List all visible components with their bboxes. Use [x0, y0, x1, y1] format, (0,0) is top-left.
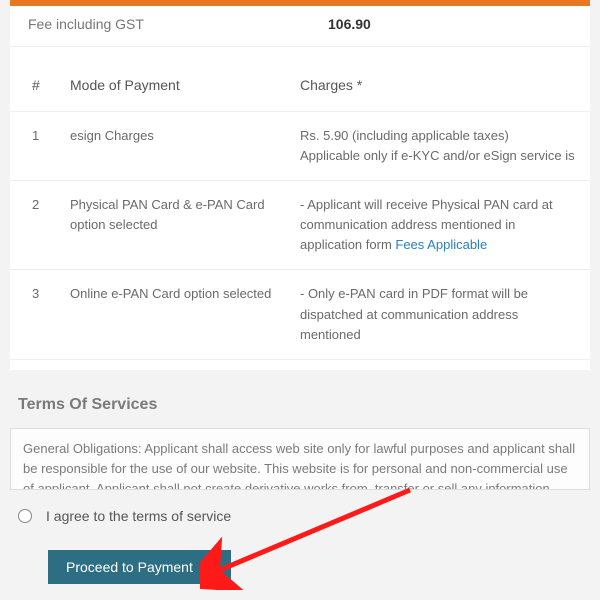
fees-applicable-link[interactable]: Fees Applicable — [395, 237, 487, 252]
proceed-to-payment-button[interactable]: Proceed to Payment ➔ — [48, 550, 231, 584]
table-header-row: # Mode of Payment Charges * — [10, 61, 590, 111]
table-row: 2 Physical PAN Card & e-PAN Card option … — [10, 180, 590, 269]
agree-radio[interactable] — [18, 509, 32, 523]
row-charges: - Only e-PAN card in PDF format will be … — [288, 270, 590, 359]
row1-line1: Rs. 5.90 (including applicable taxes) — [300, 128, 509, 143]
col-header-num: # — [10, 61, 58, 111]
row-num: 3 — [10, 270, 58, 359]
agree-label: I agree to the terms of service — [46, 508, 231, 524]
col-header-charges: Charges * — [288, 61, 590, 111]
terms-section: Terms Of Services General Obligations: A… — [10, 396, 590, 584]
col-header-mode: Mode of Payment — [58, 61, 288, 111]
proceed-label: Proceed to Payment — [66, 559, 193, 575]
terms-body[interactable]: General Obligations: Applicant shall acc… — [10, 428, 590, 490]
fee-value: 106.90 — [328, 16, 371, 32]
table-row: 3 Online e-PAN Card option selected - On… — [10, 270, 590, 359]
row-mode: esign Charges — [58, 111, 288, 180]
arrow-right-icon: ➔ — [203, 560, 213, 574]
row-charges: Rs. 5.90 (including applicable taxes) Ap… — [288, 111, 590, 180]
charges-table: # Mode of Payment Charges * 1 esign Char… — [10, 61, 590, 360]
accent-bar — [10, 0, 590, 6]
fee-including-gst-row: Fee including GST 106.90 — [10, 10, 590, 47]
row-num: 2 — [10, 180, 58, 269]
row-mode: Physical PAN Card & e-PAN Card option se… — [58, 180, 288, 269]
row-num: 1 — [10, 111, 58, 180]
fees-panel: Fee including GST 106.90 # Mode of Payme… — [10, 0, 590, 370]
row-mode: Online e-PAN Card option selected — [58, 270, 288, 359]
table-row: 1 esign Charges Rs. 5.90 (including appl… — [10, 111, 590, 180]
agree-row[interactable]: I agree to the terms of service — [18, 508, 582, 524]
fee-label: Fee including GST — [28, 16, 328, 32]
terms-title: Terms Of Services — [18, 396, 582, 414]
row1-line2: Applicable only if e-KYC and/or eSign se… — [300, 148, 575, 163]
row-charges: - Applicant will receive Physical PAN ca… — [288, 180, 590, 269]
